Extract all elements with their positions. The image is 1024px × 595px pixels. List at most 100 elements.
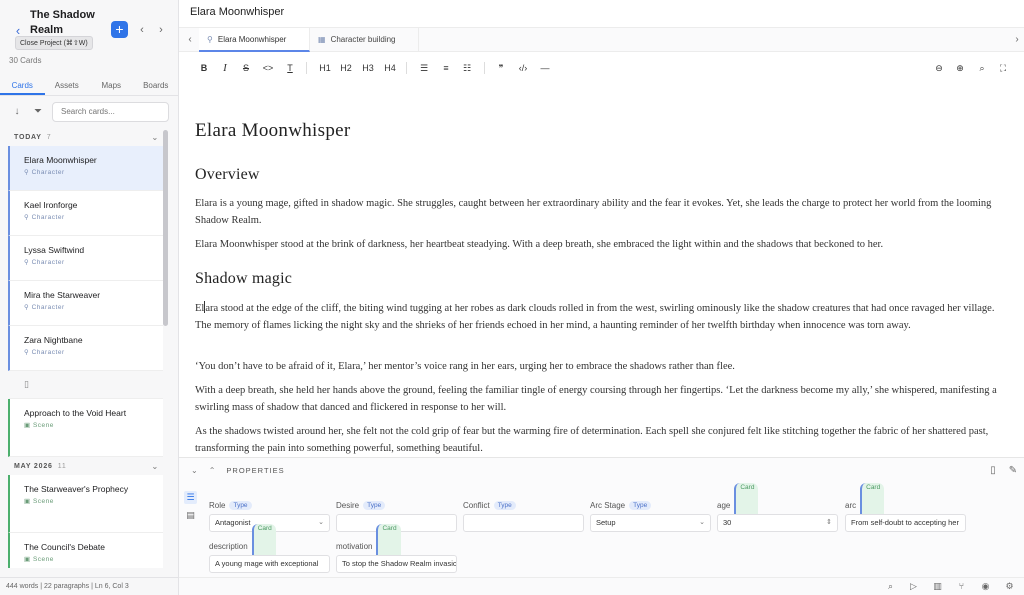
inline-code-button[interactable]: <>: [259, 59, 277, 77]
nav-forward-button[interactable]: ›: [155, 23, 167, 37]
group-count: 11: [57, 462, 67, 470]
numbered-list-icon: ≡: [443, 63, 449, 73]
tab-character-building[interactable]: ▦ Character building: [310, 28, 419, 52]
branch-icon[interactable]: ⑂: [955, 580, 968, 593]
motivation-field[interactable]: To stop the Shadow Realm invasion: [336, 555, 457, 573]
person-icon: ⚲: [24, 214, 32, 221]
group-header-may-2026[interactable]: MAY 2026 11 ⌄: [8, 457, 163, 475]
group-label: TODAY: [14, 133, 42, 141]
eye-icon[interactable]: ◉: [979, 580, 992, 593]
tab-cards[interactable]: Cards: [0, 78, 45, 95]
card-type-label: Scene: [32, 498, 54, 505]
find-replace-button[interactable]: ⌕: [973, 59, 991, 77]
zoom-in-button[interactable]: ⊕: [951, 59, 969, 77]
italic-button[interactable]: I: [216, 59, 234, 77]
property-conflict: Conflict Type: [463, 499, 584, 532]
arc-stage-select[interactable]: Setup ⌄: [590, 514, 711, 532]
code-block-button[interactable]: ‹/›: [514, 59, 532, 77]
heading4-button[interactable]: H4: [381, 59, 399, 77]
list-item[interactable]: Elara Moonwhisper ⚲ Character: [8, 146, 163, 191]
card-type: ⚲ Character: [24, 348, 163, 356]
person-icon: ⚲: [24, 349, 32, 356]
role-value: Antagonist: [215, 518, 251, 527]
bullet-list-button[interactable]: ☰: [415, 59, 433, 77]
property-label: age: [717, 500, 731, 510]
property-label: arc: [845, 500, 857, 510]
zoom-out-button[interactable]: ⊖: [930, 59, 948, 77]
zoom-in-icon: ⊕: [956, 63, 964, 73]
paragraph: Elara is a young mage, gifted in shadow …: [195, 198, 992, 226]
search-icon[interactable]: ⌕: [884, 580, 897, 593]
document-editor[interactable]: Elara Moonwhisper Overview Elara is a yo…: [179, 80, 1024, 457]
card-title: Elara Moonwhisper: [24, 155, 97, 165]
property-description: description Card A young mage with except…: [209, 523, 330, 573]
type-badge: Type: [493, 500, 516, 510]
list-item[interactable]: Lyssa Swiftwind ⚲ Character: [8, 236, 163, 281]
document-title: Elara Moonwhisper: [195, 120, 351, 141]
arc-field[interactable]: From self-doubt to accepting her: [845, 514, 966, 532]
list-item[interactable]: ▯: [8, 371, 163, 399]
camera-icon: ▣: [24, 498, 33, 505]
strikethrough-button[interactable]: S: [237, 59, 255, 77]
add-card-button[interactable]: +: [111, 21, 128, 38]
paragraph-text: ara stood at the edge of the cliff, the …: [195, 303, 995, 331]
tab-maps[interactable]: Maps: [89, 78, 134, 95]
tab-label: Character building: [330, 35, 396, 44]
list-item[interactable]: Kael Ironforge ⚲ Character: [8, 191, 163, 236]
sort-icon[interactable]: ↓: [10, 105, 24, 119]
card-count: 30 Cards: [9, 56, 42, 65]
horizontal-rule-icon: —: [540, 63, 550, 73]
properties-header[interactable]: ⌄ ⌃ PROPERTIES: [191, 466, 285, 475]
quote-button[interactable]: ❞: [492, 59, 510, 77]
conflict-field[interactable]: [463, 514, 584, 532]
heading1-button[interactable]: H1: [316, 59, 334, 77]
tab-assets[interactable]: Assets: [45, 78, 90, 95]
search-input[interactable]: [61, 107, 160, 116]
list-item[interactable]: Zara Nightbane ⚲ Character: [8, 326, 163, 371]
age-stepper[interactable]: 30 ⇕: [717, 514, 838, 532]
card-type-label: Scene: [32, 556, 54, 563]
list-view-icon[interactable]: ☰: [184, 491, 197, 504]
card-view-icon[interactable]: ▤: [184, 509, 197, 522]
checklist-button[interactable]: ☷: [458, 59, 476, 77]
card-type: ⚲ Character: [24, 213, 163, 221]
card-title: Approach to the Void Heart: [24, 408, 127, 418]
list-item[interactable]: The Starweaver's Prophecy ▣ Scene: [8, 475, 163, 533]
tab-scroll-left-button[interactable]: ‹: [184, 32, 196, 48]
list-item[interactable]: Approach to the Void Heart ▣ Scene: [8, 399, 163, 457]
sidebar-scrollbar[interactable]: [163, 130, 168, 326]
gear-icon[interactable]: ⚙: [1003, 580, 1016, 593]
heading-shadow-magic: Shadow magic: [195, 270, 293, 287]
tab-scroll-right-button[interactable]: ›: [1011, 32, 1023, 48]
property-age: age Card 30 ⇕: [717, 482, 838, 532]
group-header-today[interactable]: TODAY 7 ⌄: [8, 128, 163, 146]
card-title: Zara Nightbane: [24, 335, 83, 345]
heading2-button[interactable]: H2: [337, 59, 355, 77]
format-toolbar: B I S <> T H1 H2 H3 H4 ☰ ≡ ☷ ❞ ‹/› — ⊖ ⊕…: [179, 56, 1024, 80]
chevron-down-icon: ⌄: [151, 132, 159, 142]
property-label: description: [209, 541, 248, 551]
list-item[interactable]: The Council's Debate ▣ Scene: [8, 533, 163, 568]
tab-elara-moonwhisper[interactable]: ⚲ Elara Moonwhisper: [199, 28, 310, 52]
heading3-button[interactable]: H3: [359, 59, 377, 77]
description-field[interactable]: A young mage with exceptional: [209, 555, 330, 573]
main-area: Elara Moonwhisper ‹ ⚲ Elara Moonwhisper ▦…: [179, 0, 1024, 595]
paragraph: Elara stood at the edge of the cliff, th…: [195, 300, 1011, 334]
property-motivation: motivation Card To stop the Shadow Realm …: [336, 523, 457, 573]
book-icon[interactable]: ▥: [931, 580, 944, 593]
list-item[interactable]: Mira the Starweaver ⚲ Character: [8, 281, 163, 326]
more-options-button[interactable]: ⛶: [994, 59, 1012, 77]
bold-button[interactable]: B: [195, 59, 213, 77]
filter-icon[interactable]: ⏷: [31, 105, 45, 119]
edit-icon[interactable]: ✎: [1006, 464, 1020, 478]
numbered-list-button[interactable]: ≡: [437, 59, 455, 77]
tab-boards[interactable]: Boards: [134, 78, 179, 95]
document-icon[interactable]: ▯: [986, 464, 1000, 478]
search-field[interactable]: [52, 102, 169, 122]
divider-button[interactable]: —: [536, 59, 554, 77]
clear-format-button[interactable]: T: [281, 59, 299, 77]
nav-back-button[interactable]: ‹: [136, 23, 148, 37]
card-type-label: Character: [31, 214, 65, 221]
play-icon[interactable]: ▷: [907, 580, 920, 593]
code-icon: ‹/›: [518, 63, 528, 73]
